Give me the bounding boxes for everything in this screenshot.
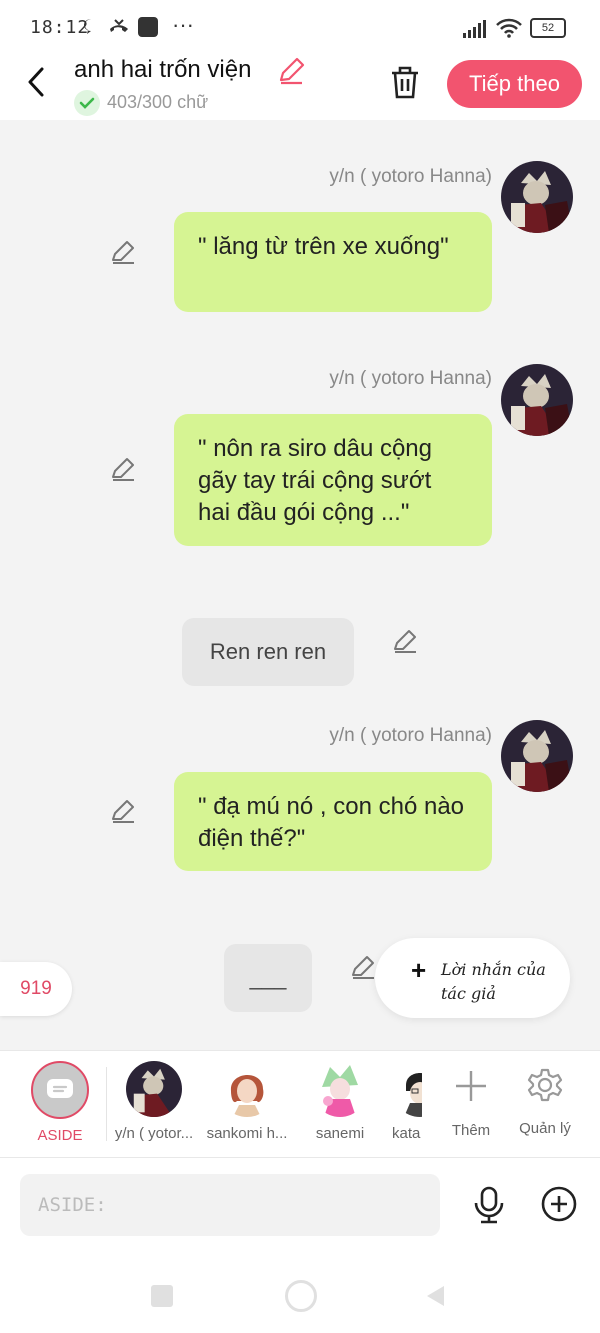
aside-bubble[interactable]: ___ [224, 944, 312, 1012]
status-bar: 18:12 ··· 52 [0, 0, 600, 56]
character-label: sanemi [315, 1125, 365, 1142]
sender-name: y/n ( yotoro Hanna) [329, 166, 492, 187]
more-notifications-icon: ··· [172, 12, 194, 37]
microphone-icon[interactable] [472, 1186, 506, 1224]
home-button[interactable] [285, 1280, 317, 1312]
manage-characters-button[interactable]: Quản lý [514, 1061, 576, 1137]
next-button[interactable]: Tiếp theo [447, 60, 582, 108]
avatar[interactable] [501, 161, 573, 233]
divider [106, 1067, 107, 1141]
wifi-icon [496, 18, 522, 38]
character-label: y/n ( yotor... [114, 1125, 194, 1142]
sender-name: y/n ( yotoro Hanna) [329, 725, 492, 746]
pencil-icon[interactable] [350, 954, 376, 980]
battery-icon: 52 [530, 18, 566, 38]
aside-bubble[interactable]: Ren ren ren [182, 618, 354, 686]
composer: ASIDE: [0, 1158, 600, 1258]
pencil-icon[interactable] [110, 456, 136, 482]
manage-label: Quản lý [519, 1120, 571, 1137]
character-kata[interactable]: kata [392, 1061, 422, 1142]
chat-bubble-icon [84, 19, 91, 34]
back-nav-icon[interactable] [424, 1284, 446, 1308]
word-count: 403/300 chữ [107, 92, 209, 112]
back-arrow-icon[interactable] [22, 64, 52, 100]
character-sankomi[interactable]: sankomi h... [204, 1061, 290, 1142]
system-nav-bar [0, 1258, 600, 1333]
add-circle-icon[interactable] [541, 1186, 577, 1222]
character-label: sankomi h... [206, 1125, 288, 1142]
missed-call-icon [110, 19, 128, 32]
pencil-icon[interactable] [110, 798, 136, 824]
floating-count-button[interactable]: 919 [0, 962, 72, 1016]
avatar [126, 1061, 182, 1117]
aside-icon [31, 1061, 89, 1119]
signal-icon [463, 20, 486, 38]
gear-icon [527, 1068, 563, 1102]
character-sanemi[interactable]: sanemi [302, 1061, 378, 1142]
add-character-button[interactable]: Thêm [446, 1061, 496, 1139]
author-note-label: Lời nhắn của tác giả [441, 960, 546, 1003]
status-time: 18:12 [30, 17, 90, 38]
plus-icon: + [411, 955, 427, 985]
recents-button[interactable] [151, 1285, 173, 1307]
avatar [392, 1061, 422, 1117]
character-label: ASIDE [37, 1127, 83, 1144]
character-yn[interactable]: y/n ( yotor... [112, 1061, 196, 1142]
pencil-icon[interactable] [110, 239, 136, 265]
app-notification-icon [138, 17, 158, 37]
avatar[interactable] [501, 364, 573, 436]
avatar [219, 1061, 275, 1117]
header: anh hai trốn viện 403/300 chữ Tiếp theo [0, 56, 600, 120]
check-icon [74, 90, 100, 116]
author-note-button[interactable]: + Lời nhắn của tác giả [375, 938, 570, 1018]
trash-icon[interactable] [389, 64, 421, 100]
pencil-icon[interactable] [392, 628, 418, 654]
message-bubble[interactable]: " đạ mú nó , con chó nào điện thế?" [174, 772, 492, 871]
add-label: Thêm [451, 1122, 491, 1139]
battery-level: 52 [541, 22, 555, 34]
avatar [312, 1061, 368, 1117]
character-bar: ASIDE y/n ( yotor... sankomi h... sanemi… [0, 1050, 600, 1158]
message-bubble[interactable]: " lăng từ trên xe xuống" [174, 212, 492, 312]
message-bubble[interactable]: " nôn ra siro dâu cộng gãy tay trái cộng… [174, 414, 492, 546]
story-title: anh hai trốn viện [74, 56, 252, 83]
chat-area[interactable]: y/n ( yotoro Hanna) " lăng từ trên xe xu… [0, 120, 600, 1050]
character-label: kata [392, 1125, 421, 1142]
avatar[interactable] [501, 720, 573, 792]
plus-icon [456, 1071, 486, 1101]
message-input[interactable]: ASIDE: [20, 1174, 440, 1236]
sender-name: y/n ( yotoro Hanna) [329, 368, 492, 389]
pencil-icon[interactable] [276, 56, 306, 86]
character-aside[interactable]: ASIDE [22, 1061, 98, 1144]
